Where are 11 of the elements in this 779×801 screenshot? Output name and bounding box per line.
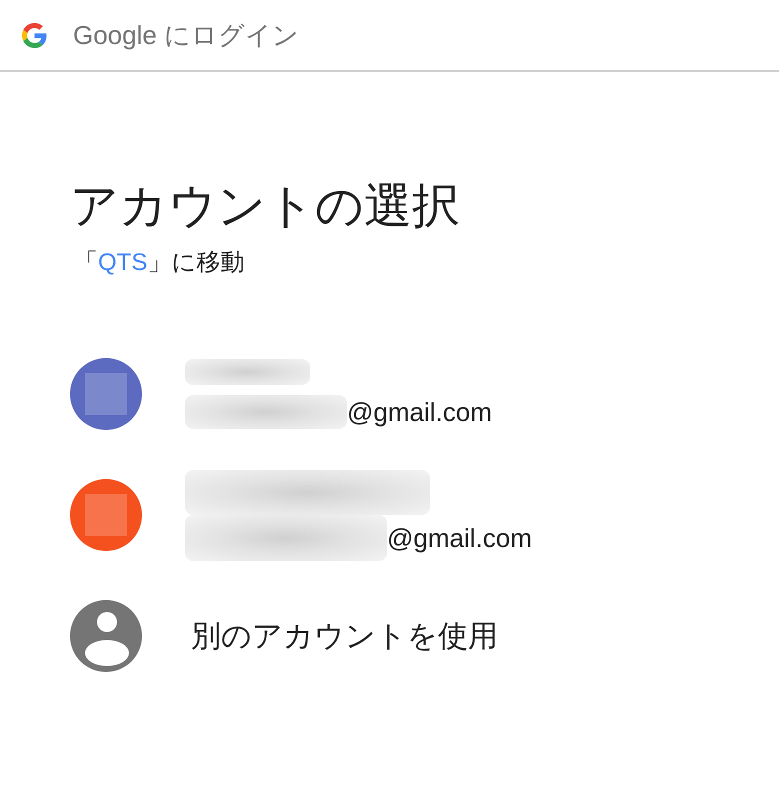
page-heading: アカウントの選択 (70, 179, 460, 235)
app-name-link[interactable]: QTS (98, 249, 148, 276)
email-domain: @gmail.com (347, 396, 492, 428)
email-domain: @gmail.com (387, 522, 532, 554)
google-logo-icon (22, 22, 47, 48)
subtitle: 「QTS」に移動 (74, 248, 244, 278)
avatar-icon[interactable] (70, 358, 142, 430)
use-another-account-link[interactable]: 別のアカウントを使用 (191, 616, 498, 656)
avatar-icon[interactable] (70, 479, 142, 551)
person-icon[interactable] (70, 600, 142, 672)
header-title: Google にログイン (73, 18, 300, 52)
